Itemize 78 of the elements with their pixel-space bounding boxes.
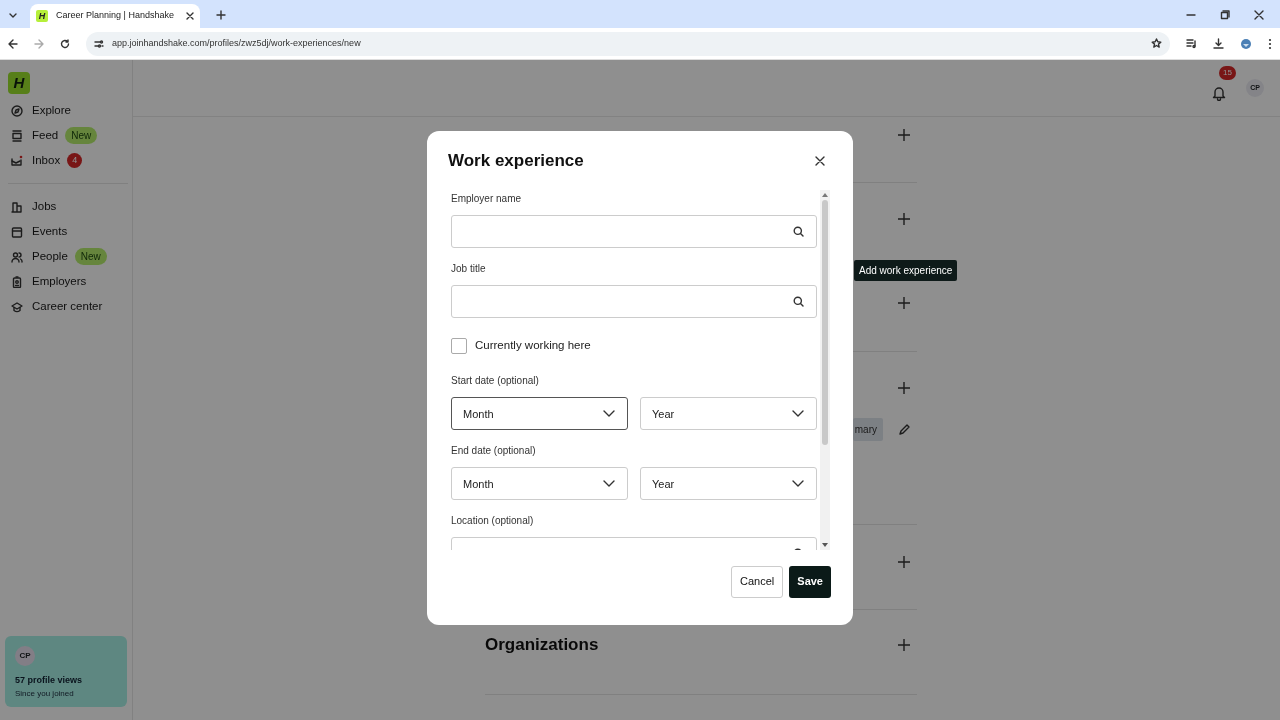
scrollbar[interactable] [820,190,830,550]
field-label: Start date (optional) [451,374,540,389]
badge-icon[interactable] [11,275,23,288]
inbox-icon[interactable] [11,154,23,167]
building-icon[interactable] [11,200,23,213]
back-arrow-icon[interactable] [8,38,18,49]
tooltip: Add work experience [854,260,958,281]
media-queue-icon[interactable] [1186,38,1197,49]
dialog-title: Work experience [448,149,584,172]
feed-icon[interactable] [11,129,23,142]
checkbox[interactable] [451,337,467,354]
close-window-icon[interactable] [1254,10,1264,20]
profile-views-card[interactable]: CP 57 profile views Since you joined [5,636,127,707]
new-label: New [65,127,98,144]
search-icon [793,226,804,237]
site-favicon: H [36,10,48,22]
add-icon[interactable] [898,639,910,651]
add-icon[interactable] [898,129,910,141]
nav-link[interactable]: Explore [32,101,71,120]
search-field[interactable] [451,285,817,318]
dropdown-select[interactable]: Month [451,397,628,431]
browser-tab[interactable]: H Career Planning | Handshake [30,4,200,28]
search-field[interactable] [451,215,817,248]
site-settings-icon[interactable] [94,38,104,49]
nav-link[interactable]: Inbox [32,151,61,170]
people-icon[interactable] [11,250,23,263]
bell-icon[interactable] [1212,84,1226,101]
search-icon [793,296,804,307]
dropdown-select[interactable]: Year [640,467,817,501]
chevron-down-icon [603,480,615,488]
close-tab-icon[interactable] [186,12,194,20]
nav-link[interactable]: People [32,247,68,266]
nav-link[interactable]: Employers [32,272,87,291]
handshake-logo[interactable]: H [8,72,30,94]
calendar-icon[interactable] [11,225,23,238]
profile-views-count: 57 profile views [15,674,84,687]
graduation-cap-icon[interactable] [11,300,23,313]
nav-link[interactable]: Career center [32,297,103,316]
star-icon[interactable] [1151,38,1162,49]
cancel-button[interactable]: Cancel [731,565,784,598]
chevron-down-icon [603,410,615,418]
checkbox-label[interactable]: Currently working here [475,337,591,355]
close-icon[interactable] [815,155,825,166]
chevron-down-icon [792,410,804,418]
add-icon[interactable] [898,556,910,568]
dropdown-select[interactable]: Year [640,397,817,431]
new-label: New [74,248,107,265]
field-label: Employer name [451,192,523,206]
reload-icon[interactable] [60,38,70,49]
field-label: Job title [451,262,487,276]
unread-count: 4 [67,152,83,169]
chevron-down-icon [792,480,804,488]
nav-link[interactable]: Jobs [32,197,57,216]
avatar-initials: CP [15,646,35,666]
scroll-up-icon[interactable] [821,192,829,198]
tag-chip: mary [852,418,883,441]
dropdown-select[interactable]: Month [451,467,628,501]
download-icon[interactable] [1213,38,1224,49]
field-label: End date (optional) [451,444,537,459]
pencil-icon[interactable] [899,424,910,435]
field-label: Location (optional) [451,514,535,529]
extension-icon[interactable] [1240,37,1252,50]
profile-views-note: Since you joined [15,687,75,700]
add-icon[interactable] [898,382,910,394]
nav-link[interactable]: Events [32,222,68,241]
add-icon[interactable] [898,213,910,225]
nav-link[interactable]: Feed [32,126,59,145]
compass-icon[interactable] [11,104,23,117]
restore-icon[interactable] [1220,10,1230,20]
add-icon[interactable] [898,297,910,309]
scroll-down-icon[interactable] [821,542,829,548]
more-menu-icon[interactable] [1268,37,1272,50]
save-button[interactable]: Save [789,565,831,598]
new-tab-icon[interactable] [216,10,226,20]
tab-title: Career Planning | Handshake [56,9,174,23]
address-bar[interactable]: app.joinhandshake.com/profiles/zwz5dj/work-experiences/new [86,31,1170,56]
notification-count: 15 [1219,66,1236,80]
section-title: Organizations [485,634,599,657]
